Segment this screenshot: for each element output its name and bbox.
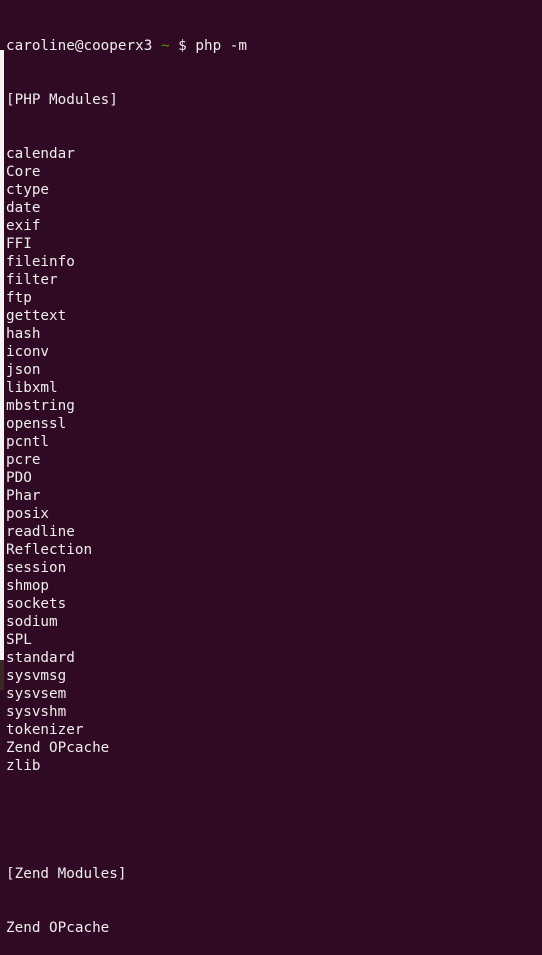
module-item: readline bbox=[6, 524, 75, 540]
module-item: libxml bbox=[6, 380, 58, 396]
module-item: PDO bbox=[6, 470, 32, 486]
command: php -m bbox=[195, 38, 248, 54]
module-item: Phar bbox=[6, 488, 41, 504]
module-item: filter bbox=[6, 272, 58, 288]
module-item: sysvshm bbox=[6, 704, 67, 720]
module-item: session bbox=[6, 560, 67, 576]
module-item: pcre bbox=[6, 452, 41, 468]
prompt-line: caroline@cooperx3 ~ $ php -m bbox=[6, 37, 247, 55]
module-item: gettext bbox=[6, 308, 67, 324]
module-item: zlib bbox=[6, 758, 41, 774]
php-module-list: calendar Core ctype date exif FFI fileinfo filt… bbox=[6, 145, 247, 775]
module-item: calendar bbox=[6, 146, 75, 162]
module-item: sysvmsg bbox=[6, 668, 67, 684]
module-item: sodium bbox=[6, 614, 58, 630]
module-item: Reflection bbox=[6, 542, 93, 558]
php-modules-header: [PHP Modules] bbox=[6, 92, 118, 108]
module-item: ftp bbox=[6, 290, 32, 306]
module-item: ctype bbox=[6, 182, 50, 198]
module-item: Zend OPcache bbox=[6, 920, 110, 936]
module-item: Zend OPcache bbox=[6, 740, 110, 756]
module-item: openssl bbox=[6, 416, 67, 432]
prompt-path: ~ bbox=[160, 38, 170, 54]
module-item: FFI bbox=[6, 236, 32, 252]
module-item: mbstring bbox=[6, 398, 75, 414]
module-item: shmop bbox=[6, 578, 50, 594]
module-item: SPL bbox=[6, 632, 32, 648]
prompt-user-host: caroline@cooperx3 bbox=[6, 38, 153, 54]
module-item: fileinfo bbox=[6, 254, 75, 270]
terminal-output[interactable]: caroline@cooperx3 ~ $ php -m [PHP Module… bbox=[6, 1, 247, 955]
module-item: exif bbox=[6, 218, 41, 234]
zend-module-list: Zend OPcache bbox=[6, 919, 247, 937]
module-item: hash bbox=[6, 326, 41, 342]
module-item: iconv bbox=[6, 344, 50, 360]
module-item: sysvsem bbox=[6, 686, 67, 702]
module-item: standard bbox=[6, 650, 75, 666]
module-item: json bbox=[6, 362, 41, 378]
prompt-symbol: $ bbox=[178, 38, 187, 54]
module-item: tokenizer bbox=[6, 722, 84, 738]
window-edge bbox=[0, 0, 4, 737]
module-item: Core bbox=[6, 164, 41, 180]
zend-modules-header: [Zend Modules] bbox=[6, 866, 127, 882]
module-item: pcntl bbox=[6, 434, 50, 450]
module-item: date bbox=[6, 200, 41, 216]
module-item: sockets bbox=[6, 596, 67, 612]
module-item: posix bbox=[6, 506, 50, 522]
